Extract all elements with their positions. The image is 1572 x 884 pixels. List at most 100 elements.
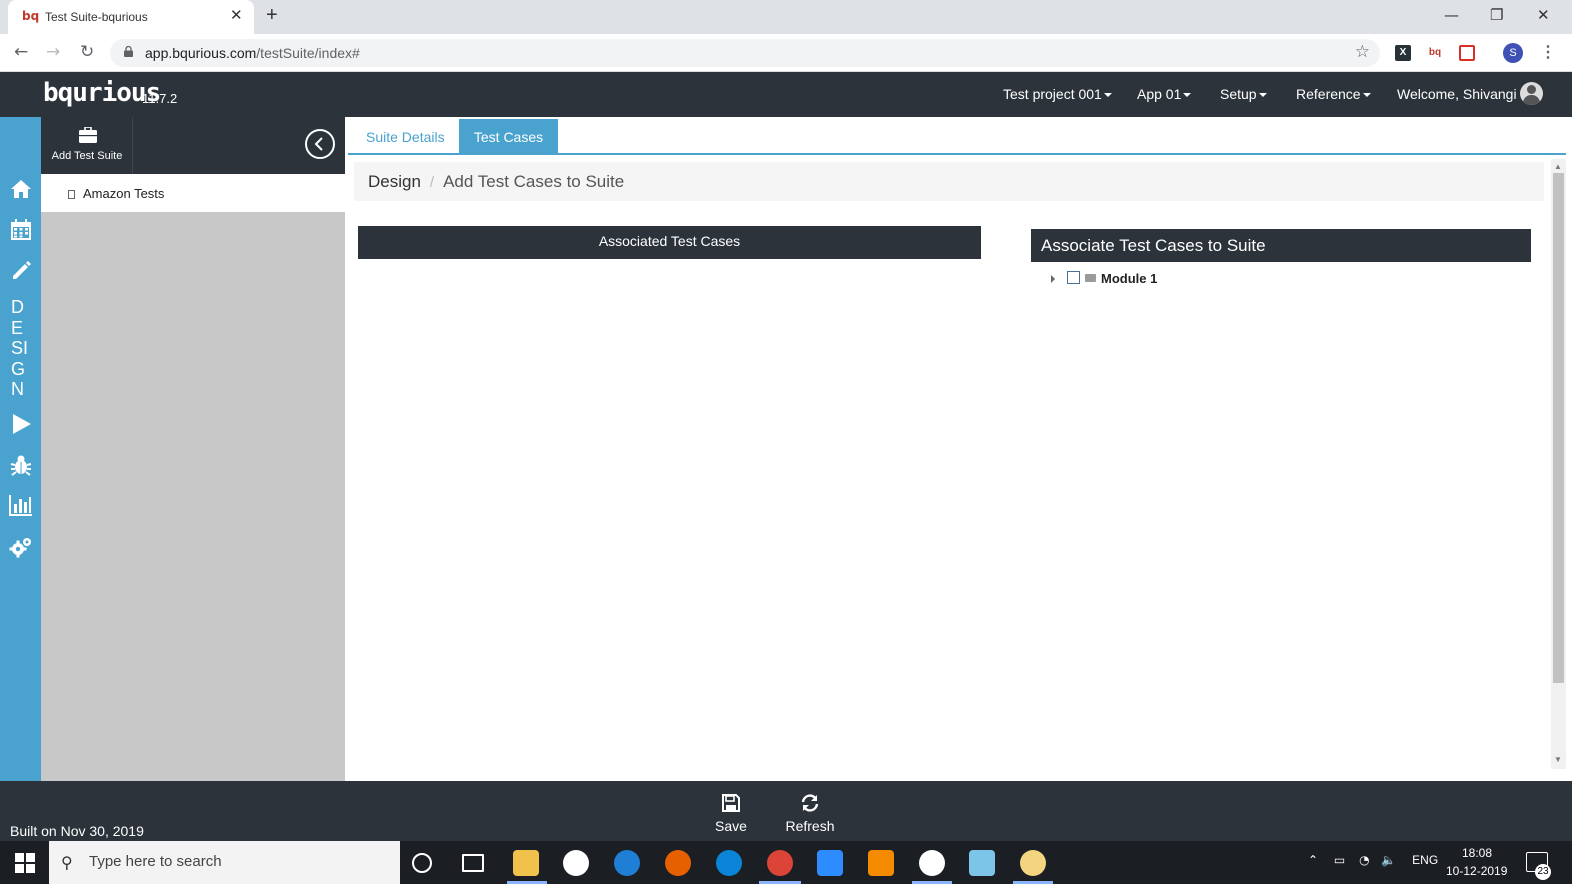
chevron-left-icon [314, 137, 323, 151]
content-tabs: Suite Details Test Cases [348, 119, 1566, 155]
project-dropdown-label: Test project 001 [1003, 86, 1102, 102]
main-content: Suite Details Test Cases Design / Add Test… [345, 117, 1572, 781]
design-letter: SI [11, 338, 29, 358]
home-icon[interactable] [9, 177, 33, 201]
browser-tabbar: bq Test Suite-bqurious ✕ + — ❐ ✕ [0, 0, 1572, 34]
briefcase-icon [79, 127, 97, 143]
scroll-down-arrow-icon[interactable]: ▼ [1554, 755, 1562, 764]
build-date: Built on Nov 30, 2019 [10, 823, 144, 839]
user-avatar-icon[interactable] [1520, 82, 1543, 105]
chrome-icon[interactable] [767, 850, 793, 876]
caret-down-icon [1103, 93, 1112, 98]
file-explorer-icon[interactable] [513, 850, 539, 876]
app-version: 11.7.2 [142, 91, 178, 106]
windows-taskbar: ⚲ Type here to search ⌃ ▭ ◔ 🔈 ENG 18:08 … [0, 841, 1572, 884]
module-checkbox[interactable] [1067, 271, 1080, 284]
restore-icon[interactable]: ❐ [1490, 6, 1503, 24]
photos-app-icon[interactable] [563, 850, 589, 876]
welcome-user[interactable]: Welcome, Shivangi [1397, 86, 1517, 102]
task-view-icon[interactable] [462, 854, 484, 872]
refresh-button[interactable]: Refresh [785, 793, 835, 834]
minimize-icon[interactable]: — [1444, 6, 1459, 24]
breadcrumb-current: Add Test Cases to Suite [443, 172, 625, 191]
browser-tab[interactable]: bq Test Suite-bqurious ✕ [8, 0, 254, 34]
associate-test-cases-header: Associate Test Cases to Suite [1031, 229, 1531, 262]
calendar-icon[interactable] [9, 218, 33, 242]
setup-dropdown[interactable]: Setup [1220, 86, 1267, 102]
bqurious-favicon-icon: bq [22, 9, 40, 23]
reference-dropdown-label: Reference [1296, 86, 1361, 102]
breadcrumb-design[interactable]: Design [368, 172, 421, 191]
vlc-icon[interactable] [868, 850, 894, 876]
play-icon[interactable] [9, 412, 33, 436]
folder-icon [1085, 274, 1096, 282]
suite-list-item[interactable]: Amazon Tests [68, 186, 164, 201]
reload-icon[interactable]: ↻ [80, 42, 94, 62]
tree-node-label[interactable]: Module 1 [1101, 271, 1157, 286]
taskbar-search[interactable]: ⚲ Type here to search [49, 841, 400, 884]
language-indicator[interactable]: ENG [1412, 853, 1438, 867]
scroll-thumb[interactable] [1553, 173, 1564, 683]
internet-explorer-icon[interactable] [614, 850, 640, 876]
search-icon: ⚲ [61, 853, 73, 872]
pencil-icon[interactable] [9, 259, 33, 283]
extension-calendar-icon[interactable] [1459, 45, 1475, 61]
back-icon[interactable]: ← [14, 42, 28, 62]
gears-icon[interactable] [9, 535, 33, 559]
setup-dropdown-label: Setup [1220, 86, 1257, 102]
vertical-scrollbar[interactable]: ▲ ▼ [1551, 159, 1566, 769]
reference-dropdown[interactable]: Reference [1296, 86, 1371, 102]
close-tab-icon[interactable]: ✕ [230, 6, 243, 24]
bookmark-star-icon[interactable]: ☆ [1355, 42, 1370, 62]
app-header: bqurious 11.7.2 Test project 001 App 01 … [0, 72, 1572, 117]
battery-icon[interactable]: ▭ [1334, 853, 1345, 867]
clock-time[interactable]: 18:08 [1462, 846, 1492, 860]
edge-icon[interactable] [716, 850, 742, 876]
system-tray[interactable]: ⌃ ▭ ◔ 🔈 ENG [1308, 853, 1438, 867]
design-letter: D [11, 297, 24, 317]
scroll-up-arrow-icon[interactable]: ▲ [1554, 162, 1562, 171]
add-test-suite-button[interactable]: Add Test Suite [41, 117, 133, 174]
bug-icon[interactable] [9, 453, 33, 477]
forward-icon[interactable]: → [46, 42, 60, 62]
browser-toolbar: ← → ↻ app.bqurious.com/testSuite/index# … [0, 34, 1572, 72]
expand-arrow-icon[interactable] [1051, 275, 1055, 283]
extension-bq-icon[interactable]: bq [1427, 45, 1443, 61]
close-window-icon[interactable]: ✕ [1537, 6, 1550, 24]
breadcrumb: Design / Add Test Cases to Suite [354, 162, 1544, 201]
module-rail: D E SI G N [0, 117, 41, 781]
new-tab-icon[interactable]: + [266, 4, 278, 27]
caret-down-icon [1183, 93, 1192, 98]
wifi-icon[interactable]: ◔ [1359, 853, 1369, 867]
design-letter: E [11, 317, 24, 338]
zoom-icon[interactable] [817, 850, 843, 876]
save-button[interactable]: Save [714, 793, 748, 834]
suite-list: Amazon Tests [41, 174, 345, 212]
paint-icon[interactable] [1020, 850, 1046, 876]
design-section-label: D E SI G N [11, 297, 31, 400]
extension-x-icon[interactable]: X [1395, 45, 1411, 61]
document-icon [68, 190, 75, 199]
bar-chart-icon[interactable] [9, 493, 33, 517]
app-footer: Built on Nov 30, 2019 Save Refresh [0, 781, 1572, 841]
address-bar[interactable]: app.bqurious.com/testSuite/index# ☆ [110, 39, 1380, 67]
project-dropdown[interactable]: Test project 001 [1003, 86, 1112, 102]
caret-down-icon [1362, 93, 1371, 98]
clock-date[interactable]: 10-12-2019 [1446, 864, 1507, 878]
slack-icon[interactable] [919, 850, 945, 876]
notes-app-icon[interactable] [969, 850, 995, 876]
browser-tab-title: Test Suite-bqurious [45, 10, 148, 24]
suite-name: Amazon Tests [83, 186, 165, 201]
volume-icon[interactable]: 🔈 [1381, 853, 1396, 867]
chevron-up-icon[interactable]: ⌃ [1308, 853, 1318, 867]
refresh-label: Refresh [785, 818, 835, 834]
tab-suite-details[interactable]: Suite Details [348, 119, 463, 153]
app-dropdown[interactable]: App 01 [1137, 86, 1192, 102]
tab-test-cases[interactable]: Test Cases [459, 119, 558, 153]
cortana-icon[interactable] [412, 853, 432, 873]
firefox-icon[interactable] [665, 850, 691, 876]
browser-menu-icon[interactable]: ⋮ [1540, 42, 1556, 62]
collapse-sidebar-button[interactable] [305, 129, 335, 159]
windows-start-icon[interactable] [15, 853, 35, 873]
profile-avatar[interactable]: S [1503, 43, 1523, 63]
